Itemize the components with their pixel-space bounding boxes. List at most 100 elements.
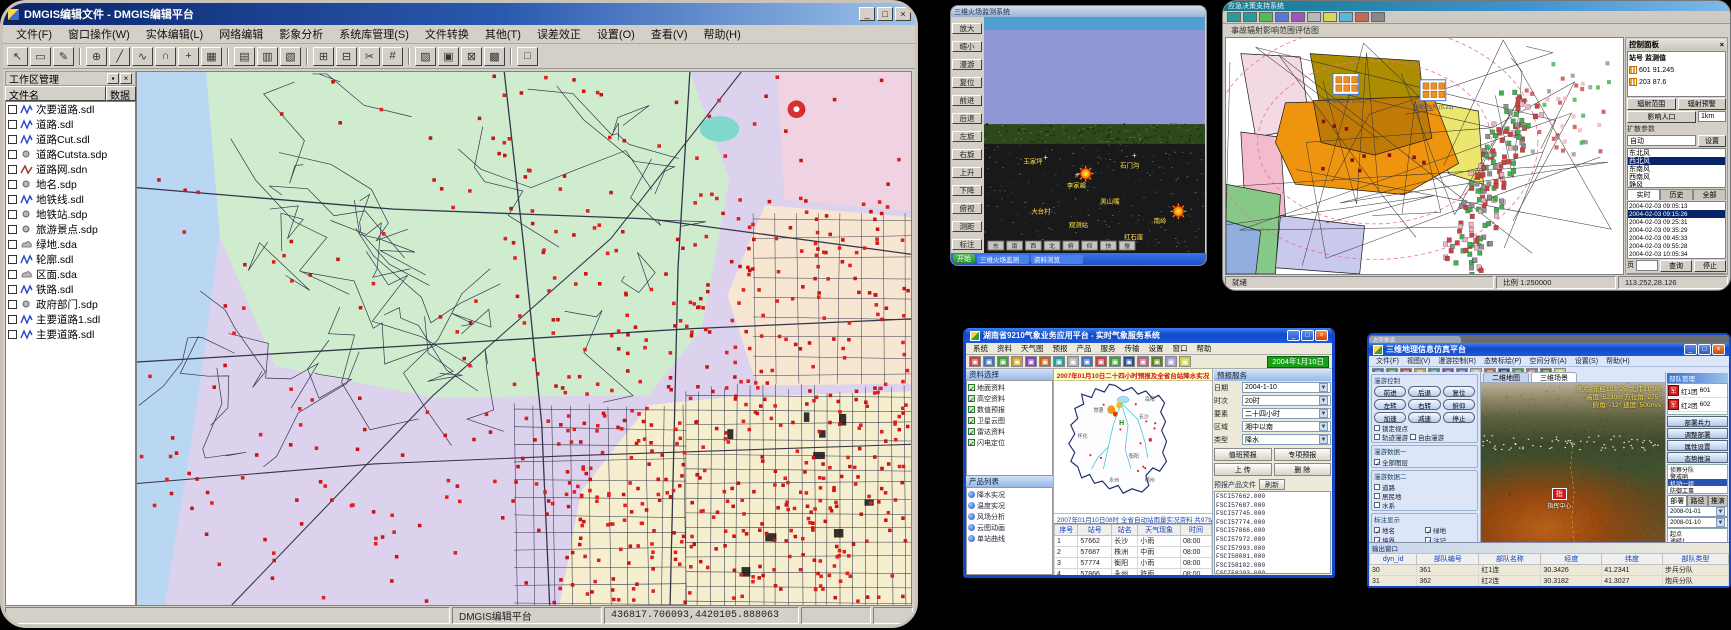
toolbar-color-button[interactable] xyxy=(1243,12,1257,22)
layer-row[interactable]: 轮廓.sdl xyxy=(6,252,135,267)
tool-icon[interactable]: ∩ xyxy=(155,47,176,66)
task-item[interactable]: 侦察分队 xyxy=(1668,465,1727,472)
toolbar-color-button[interactable] xyxy=(1355,12,1369,22)
layer-checkbox[interactable] xyxy=(8,150,17,159)
tool-icon[interactable]: # xyxy=(382,47,403,66)
file-row[interactable]: FSCI58203.000 xyxy=(1216,570,1329,574)
view-tab-0[interactable]: 二维地图 xyxy=(1483,372,1529,382)
force-button[interactable]: 部署兵力 xyxy=(1667,416,1728,427)
tool-icon[interactable]: ✂ xyxy=(359,47,380,66)
menu-item[interactable]: 查看(V) xyxy=(644,25,695,43)
panel-tab-2[interactable]: 推演 xyxy=(1708,495,1728,506)
tool-icon[interactable]: ▭ xyxy=(30,47,51,66)
planning-map-view[interactable]: 变电站3号 (3.42)监测点2号 (0.23) xyxy=(1225,37,1624,275)
layer-checkbox[interactable] xyxy=(8,105,17,114)
column-header[interactable]: 部队类型 xyxy=(1662,554,1728,565)
fire3d-scene-view[interactable]: 王家坪李家峪石门沟黑山嘴大台村南岭红石崖观测站+++东南西北俯仰快慢 xyxy=(984,17,1205,253)
menu-item[interactable]: 漫游控制(R) xyxy=(1434,356,1480,366)
menu-item[interactable]: 帮助 xyxy=(1193,343,1216,354)
maximize-button[interactable]: □ xyxy=(1698,344,1711,355)
move-button[interactable]: 后退 xyxy=(1408,386,1440,397)
layer-row[interactable]: 旅游景点.sdp xyxy=(6,222,135,237)
toolbar-icon[interactable]: ▣ xyxy=(1109,356,1121,367)
chevron-down-icon[interactable]: ▼ xyxy=(1319,383,1328,392)
date-badge[interactable]: 2004年1月10日 xyxy=(1267,356,1329,368)
fire3d-titlebar[interactable]: 三维火场监测系统 xyxy=(951,6,1206,17)
menu-item[interactable]: 文件(F) xyxy=(1372,356,1403,366)
move-button[interactable]: 右转 xyxy=(1408,399,1440,410)
table-row[interactable]: 31362红2连30.318241.3027炮兵分队 xyxy=(1370,576,1729,587)
tool-icon[interactable]: ∿ xyxy=(132,47,153,66)
layer-checkbox[interactable] xyxy=(8,330,17,339)
menu-item[interactable]: 系统 xyxy=(969,343,992,354)
tool-icon[interactable]: + xyxy=(178,47,199,66)
layer-checkbox[interactable] xyxy=(8,120,17,129)
table-row[interactable]: 257687株洲中雨08:00 xyxy=(1055,547,1212,558)
sim3d-scene-view[interactable]: 视点: 东经103°25′ 北纬31°08′高度: 5230m 方位角: 275… xyxy=(1481,383,1665,542)
move-button[interactable]: 左转 xyxy=(1374,399,1406,410)
command-post-marker[interactable]: 指 指挥中心 xyxy=(1547,488,1571,510)
service-button[interactable]: 专项预报 xyxy=(1274,448,1332,461)
wind-option[interactable]: 静风 xyxy=(1628,181,1725,188)
chevron-down-icon[interactable]: ▼ xyxy=(1319,422,1328,431)
close-icon[interactable]: × xyxy=(120,73,132,84)
time-row[interactable]: 2004-02-03 09:55:28 xyxy=(1628,242,1725,250)
toolbar-icon[interactable]: ▣ xyxy=(1025,356,1037,367)
toolbar-icon[interactable]: ▣ xyxy=(1095,356,1107,367)
refresh-button[interactable]: 刷新 xyxy=(1259,479,1285,490)
monitor-row[interactable]: 60191.245 xyxy=(1628,64,1725,76)
toolbar-icon[interactable]: ▣ xyxy=(1053,356,1065,367)
weather-map-view[interactable]: H岳阳常德长沙怀化衡阳郴州永州 xyxy=(1054,381,1212,513)
force-button[interactable]: 调整部署 xyxy=(1667,428,1728,439)
panel-tab-0[interactable]: 部署 xyxy=(1667,495,1687,506)
page-input[interactable] xyxy=(1636,260,1658,271)
minimize-button[interactable]: _ xyxy=(1287,330,1300,341)
side-tool-button[interactable]: 后退 xyxy=(952,113,982,124)
sim3d-titlebar[interactable]: 三维地理信息仿真平台 _ □ × xyxy=(1369,343,1729,356)
maximize-button[interactable]: □ xyxy=(1301,330,1314,341)
menu-item[interactable]: 窗口 xyxy=(1169,343,1192,354)
tree-item[interactable]: ✓高空资料 xyxy=(968,393,1051,404)
file-row[interactable]: FSCI57774.000 xyxy=(1216,519,1329,528)
time-row[interactable]: 2004-02-03 09:45:33 xyxy=(1628,234,1725,242)
menu-item[interactable]: 设置 xyxy=(1145,343,1168,354)
side-tool-button[interactable]: 下降 xyxy=(952,185,982,196)
tool-icon[interactable]: ⊠ xyxy=(461,47,482,66)
pin-icon[interactable]: ▪ xyxy=(107,73,119,84)
layer-checkbox[interactable] xyxy=(8,180,17,189)
label-check[interactable]: ✓注记 xyxy=(1425,535,1475,542)
file-row[interactable]: FSCI57662.000 xyxy=(1216,493,1329,502)
tree-item[interactable]: ✓数值预报 xyxy=(968,404,1051,415)
column-filename[interactable]: 文件名 xyxy=(5,86,106,101)
side-tool-button[interactable]: 前进 xyxy=(952,95,982,106)
side-tool-button[interactable]: 复位 xyxy=(952,77,982,88)
menu-item[interactable]: 帮助(H) xyxy=(697,25,748,43)
menu-item[interactable]: 实体编辑(L) xyxy=(139,25,210,43)
force-row[interactable]: 军红2团602 xyxy=(1668,398,1727,412)
task-item[interactable]: 防御工事 xyxy=(1668,486,1727,493)
tab-历史[interactable]: 历史 xyxy=(1660,189,1693,200)
column-header[interactable]: 部队名称 xyxy=(1479,554,1541,565)
file-row[interactable]: FSCI57972.000 xyxy=(1216,536,1329,545)
toolbar-icon[interactable]: ▣ xyxy=(983,356,995,367)
wind-set-button[interactable]: 设置 xyxy=(1698,135,1726,147)
table-row[interactable]: 457866永州阵雨08:00 xyxy=(1055,569,1212,576)
radius-input[interactable]: 1km xyxy=(1698,111,1726,122)
field-combo[interactable]: 降水▼ xyxy=(1242,434,1331,445)
tool-icon[interactable]: □ xyxy=(517,47,538,66)
side-tool-button[interactable]: 标注 xyxy=(952,239,982,250)
toolbar-icon[interactable]: ▣ xyxy=(1137,356,1149,367)
menu-item[interactable]: 设置(S) xyxy=(1571,356,1602,366)
menu-item[interactable]: 产品 xyxy=(1073,343,1096,354)
tab-全部[interactable]: 全部 xyxy=(1693,189,1726,200)
roam-radios[interactable]: 轨迹漫游自由漫游 xyxy=(1374,432,1475,441)
force-row[interactable]: 军红1团601 xyxy=(1668,384,1727,398)
time-row[interactable]: 2004-02-03 09:25:31 xyxy=(1628,218,1725,226)
menu-item[interactable]: 文件(F) xyxy=(9,25,59,43)
label-check[interactable]: ✓绿地 xyxy=(1425,525,1475,534)
column-header[interactable]: dyn_id xyxy=(1370,554,1417,565)
layer-row[interactable]: 道路Cutsta.sdp xyxy=(6,147,135,162)
layer-row[interactable]: 铁路.sdl xyxy=(6,282,135,297)
toolbar-color-button[interactable] xyxy=(1339,12,1353,22)
move-button[interactable]: 俯仰 xyxy=(1443,399,1475,410)
